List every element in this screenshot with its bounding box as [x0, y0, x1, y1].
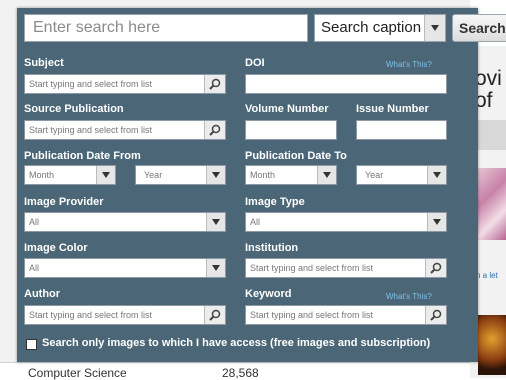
institution-label: Institution — [245, 242, 299, 254]
access-only-checkbox[interactable] — [26, 339, 37, 350]
keyword-label: Keyword — [245, 288, 292, 300]
year-value: Year — [144, 170, 163, 180]
chevron-down-icon — [317, 166, 336, 184]
image-type-value: All — [250, 217, 261, 227]
search-icon[interactable] — [204, 306, 225, 324]
image-provider-label: Image Provider — [24, 196, 104, 208]
background-heading: ovi of — [475, 67, 502, 112]
search-icon[interactable] — [425, 259, 446, 277]
author-label: Author — [24, 288, 61, 300]
chevron-down-icon — [427, 166, 446, 184]
subject-field[interactable]: Start typing and select from list — [24, 74, 226, 94]
issue-number-field[interactable] — [356, 120, 447, 140]
background-list-row[interactable]: Computer Science 28,568 — [0, 362, 470, 380]
background-band — [475, 120, 506, 150]
pub-date-from-month-select[interactable]: Month — [24, 165, 116, 185]
pub-date-to-month-select[interactable]: Month — [245, 165, 337, 185]
year-value: Year — [365, 170, 384, 180]
month-value: Month — [29, 170, 55, 180]
chevron-down-icon — [424, 15, 445, 41]
access-only-label[interactable]: Search only images to which I have acces… — [42, 337, 430, 349]
doi-whats-this-link[interactable]: What's This? — [386, 60, 432, 69]
search-button[interactable]: Search — [452, 14, 506, 42]
subject-label: Subject — [24, 57, 64, 69]
image-color-label: Image Color — [24, 242, 88, 254]
search-icon[interactable] — [204, 121, 225, 139]
volume-number-field[interactable] — [245, 120, 337, 140]
background-thumbnail-image-2[interactable] — [478, 315, 506, 375]
institution-field[interactable]: Start typing and select from list — [245, 258, 447, 278]
chevron-down-icon — [96, 166, 115, 184]
search-icon[interactable] — [204, 75, 225, 93]
image-type-label: Image Type — [245, 196, 305, 208]
subject-placeholder: Start typing and select from list — [29, 79, 153, 89]
background-thumbnail-image[interactable] — [476, 168, 506, 240]
issue-number-label: Issue Number — [356, 103, 429, 115]
month-value: Month — [250, 170, 276, 180]
doi-field[interactable] — [245, 74, 447, 94]
source-publication-placeholder: Start typing and select from list — [29, 125, 153, 135]
keyword-placeholder: Start typing and select from list — [250, 310, 374, 320]
search-input[interactable]: Enter search here — [24, 14, 308, 42]
chevron-down-icon — [206, 259, 225, 277]
image-color-value: All — [29, 263, 40, 273]
image-provider-value: All — [29, 217, 40, 227]
pub-date-to-year-select[interactable]: Year — [356, 165, 447, 185]
search-icon[interactable] — [425, 306, 446, 324]
volume-number-label: Volume Number — [245, 103, 329, 115]
source-publication-field[interactable]: Start typing and select from list — [24, 120, 226, 140]
keyword-whats-this-link[interactable]: What's This? — [386, 292, 432, 301]
image-provider-select[interactable]: All — [24, 212, 226, 232]
source-publication-label: Source Publication — [24, 103, 124, 115]
pub-date-to-label: Publication Date To — [245, 150, 347, 162]
pub-date-from-year-select[interactable]: Year — [135, 165, 226, 185]
author-placeholder: Start typing and select from list — [29, 310, 153, 320]
background-link[interactable]: n a let — [476, 271, 498, 280]
search-scope-value: Search caption — [321, 19, 422, 36]
chevron-down-icon — [206, 166, 225, 184]
chevron-down-icon — [206, 213, 225, 231]
keyword-field[interactable]: Start typing and select from list — [245, 305, 447, 325]
author-field[interactable]: Start typing and select from list — [24, 305, 226, 325]
chevron-down-icon — [427, 213, 446, 231]
institution-placeholder: Start typing and select from list — [250, 263, 374, 273]
pub-date-from-label: Publication Date From — [24, 150, 141, 162]
image-type-select[interactable]: All — [245, 212, 447, 232]
doi-label: DOI — [245, 57, 265, 69]
image-color-select[interactable]: All — [24, 258, 226, 278]
search-scope-select[interactable]: Search caption — [314, 14, 446, 42]
